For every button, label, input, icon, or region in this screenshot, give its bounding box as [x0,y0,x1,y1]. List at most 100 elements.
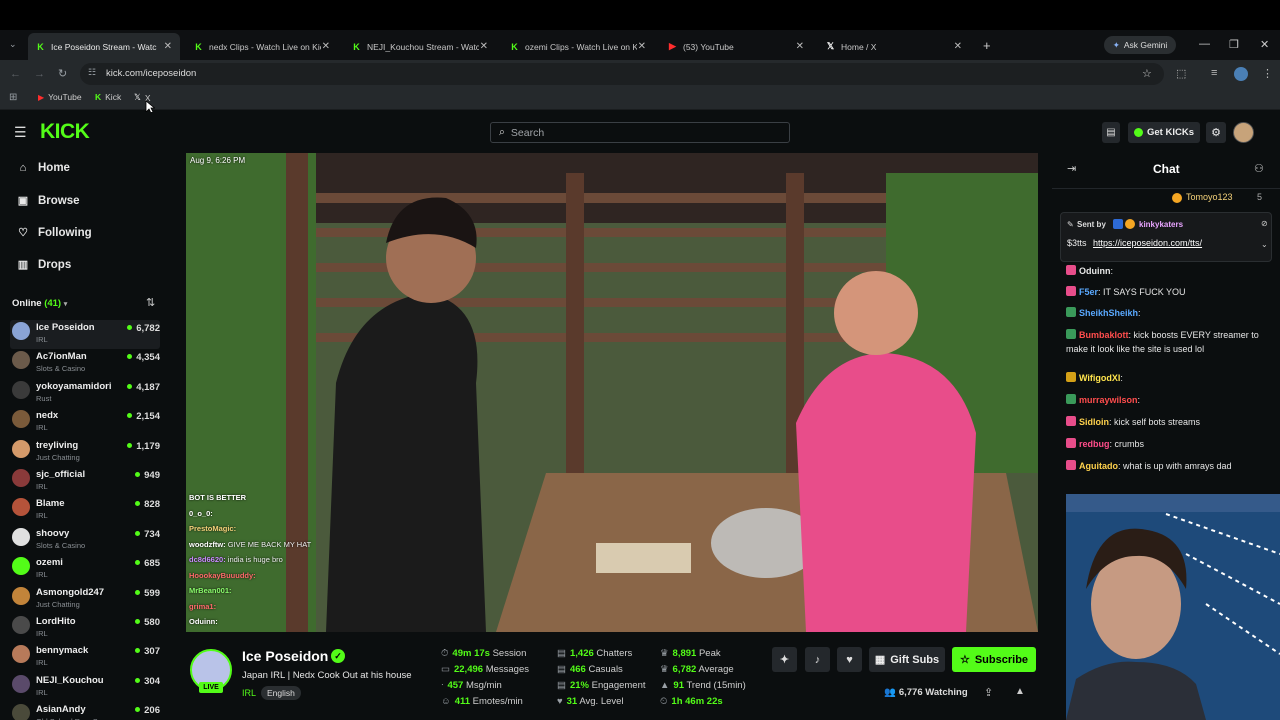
tab-search-icon[interactable]: ⌄ [9,39,17,50]
menu-icon[interactable]: ⋮ [1262,67,1273,80]
ask-gemini-button[interactable]: ✦ Ask Gemini [1104,36,1176,54]
bookmark-star-icon[interactable]: ☆ [1142,67,1152,80]
forward-icon[interactable]: → [34,68,45,80]
video-player[interactable]: Aug 9, 6:26 PM [186,153,1038,632]
channel-item[interactable]: Blame IRL 828 [10,496,160,525]
new-tab-icon[interactable]: + [983,38,991,53]
report-icon[interactable]: ▲ [1015,686,1025,697]
sidebar-home[interactable]: ⌂ Home [16,162,70,174]
chat-username[interactable]: Aguitado [1079,461,1118,471]
search-input[interactable]: ⌕ Search [490,122,790,143]
chat-message[interactable]: SheikhSheikh: [1066,306,1272,320]
tts-pinned-message[interactable]: ✎ Sent by kinkykaters ⊘ $3tts https://ic… [1060,212,1272,262]
bookmark-kick[interactable]: K Kick [95,92,121,102]
tab-ozemi[interactable]: Kozemi Clips - Watch Live on Ki ✕ [502,33,654,60]
youtube-icon: ▶ [669,41,676,51]
pin-icon: ✎ [1067,220,1074,229]
chat-username[interactable]: Oduinn [1079,266,1111,276]
chat-username[interactable]: F5er [1079,287,1098,297]
apps-icon[interactable]: ⊞ [9,92,17,103]
channel-item[interactable]: yokoyamamidori Rust 4,187 [10,379,160,408]
share-icon[interactable]: ⇪ [984,686,993,699]
media-icon[interactable]: ≡ [1211,67,1217,79]
tab-youtube[interactable]: ▶ (53) YouTube ✕ [660,33,812,60]
language-tag[interactable]: English [261,686,301,700]
close-tab-icon[interactable]: ✕ [322,41,330,52]
chat-username[interactable]: Bumbaklott [1079,330,1129,340]
category-link[interactable]: IRL [242,688,256,698]
get-kicks-button[interactable]: Get KICKs [1128,122,1200,143]
chat-message[interactable]: Aguitado: what is up with amrays dad [1066,459,1272,473]
chat-users-icon[interactable]: ⚇ [1254,162,1264,175]
layout-icon[interactable]: ▤ [1102,122,1120,143]
extensions-icon[interactable]: ⬚ [1176,67,1186,80]
chat-message[interactable]: redbug: crumbs [1066,437,1272,451]
gift-subs-button[interactable]: ▦ Gift Subs [869,647,945,672]
chat-username[interactable]: WifigodXI [1079,373,1120,383]
chat-message[interactable]: WifigodXI: [1066,371,1272,385]
pin-icon[interactable]: ✦ [772,647,797,672]
channel-item[interactable]: sjc_official IRL 949 [10,467,160,496]
user-avatar[interactable] [1233,122,1254,143]
profile-avatar[interactable] [1234,67,1248,81]
channel-item[interactable]: Ice Poseidon IRL 6,782 [10,320,160,349]
channel-item[interactable]: shoovy Slots & Casino 734 [10,526,160,555]
maximize-icon[interactable]: ❐ [1229,38,1239,51]
chat-message[interactable]: Sidloin: kick self bots streams [1066,415,1272,429]
minimize-icon[interactable]: — [1199,38,1210,50]
channel-item[interactable]: LordHito IRL 580 [10,614,160,643]
channel-item[interactable]: AsianAndyOld School RuneScape206 [10,702,160,720]
back-icon[interactable]: ← [10,68,21,80]
channel-item[interactable]: Asmongold247 Just Chatting 599 [10,585,160,614]
tab-x[interactable]: 𝕏 Home / X ✕ [818,33,970,60]
chat-message[interactable]: murraywilson: [1066,393,1272,407]
chat-message[interactable]: F5er: IT SAYS FUCK YOU [1066,285,1272,299]
chat-username[interactable]: murraywilson [1079,395,1138,405]
close-tab-icon[interactable]: ✕ [638,41,646,52]
bell-icon[interactable]: ♪ [805,647,830,672]
kick-logo[interactable]: KICK [40,120,90,144]
sidebar-browse[interactable]: ▣ Browse [16,194,80,208]
site-info-icon[interactable]: ☷ [88,67,96,78]
tab-neji[interactable]: K NEJI_Kouchou Stream - Watch ✕ [344,33,496,60]
streamer-name[interactable]: Ice Poseidon [242,648,328,664]
url-field[interactable]: ☷ kick.com/iceposeidon ☆ [80,63,1164,85]
stat-value: 411 [454,696,471,707]
settings-gear-icon[interactable]: ⚙ [1206,122,1226,143]
chat-username[interactable]: SheikhSheikh [1079,308,1138,318]
channel-category: IRL [36,335,48,344]
close-tab-icon[interactable]: ✕ [164,41,172,52]
online-section-toggle[interactable]: Online (41) ▾ [12,298,67,309]
channel-item[interactable]: Ac7ionMan Slots & Casino 4,354 [10,349,160,378]
sidebar-following[interactable]: ♡ Following [16,226,92,240]
chevron-down-icon: ▾ [63,301,68,308]
subscribe-button[interactable]: ☆ Subscribe [952,647,1036,672]
chevron-down-icon[interactable]: ⌄ [1261,240,1268,249]
reload-icon[interactable]: ↻ [58,67,67,80]
channel-item[interactable]: nedx IRL 2,154 [10,408,160,437]
hide-icon[interactable]: ⊘ [1261,219,1268,228]
chat-message[interactable]: Oduinn: [1066,264,1272,278]
channel-item[interactable]: bennymack IRL 307 [10,643,160,672]
chat-username[interactable]: redbug [1079,439,1110,449]
chat-message[interactable]: Bumbaklott: kick boosts EVERY streamer t… [1066,328,1272,356]
sidebar-drops[interactable]: ▥ Drops [16,258,71,272]
channel-item[interactable]: treyliving Just Chatting 1,179 [10,438,160,467]
close-tab-icon[interactable]: ✕ [796,41,804,52]
sort-icon[interactable]: ⇅ [146,296,155,309]
channel-item[interactable]: NEJI_Kouchou IRL 304 [10,673,160,702]
heart-icon[interactable]: ♥ [837,647,862,672]
kick-icon: K [37,41,44,52]
close-tab-icon[interactable]: ✕ [480,41,488,52]
collapse-chat-icon[interactable]: ⇥ [1067,162,1076,175]
overlay-chat-user: MrBean001: [189,586,232,595]
tab-nedx[interactable]: Knedx Clips - Watch Live on Kick ✕ [186,33,338,60]
close-window-icon[interactable]: ✕ [1260,38,1269,51]
channel-item[interactable]: ozemi IRL 685 [10,555,160,584]
bookmark-youtube[interactable]: ▶ YouTube [38,92,82,102]
hamburger-menu-icon[interactable]: ☰ [14,124,27,141]
chat-username[interactable]: Sidloin [1079,417,1109,427]
tab-ice-poseidon[interactable]: K Ice Poseidon Stream - Watc ✕ [28,33,180,60]
close-tab-icon[interactable]: ✕ [954,41,962,52]
chat-colon: : [1110,266,1114,276]
